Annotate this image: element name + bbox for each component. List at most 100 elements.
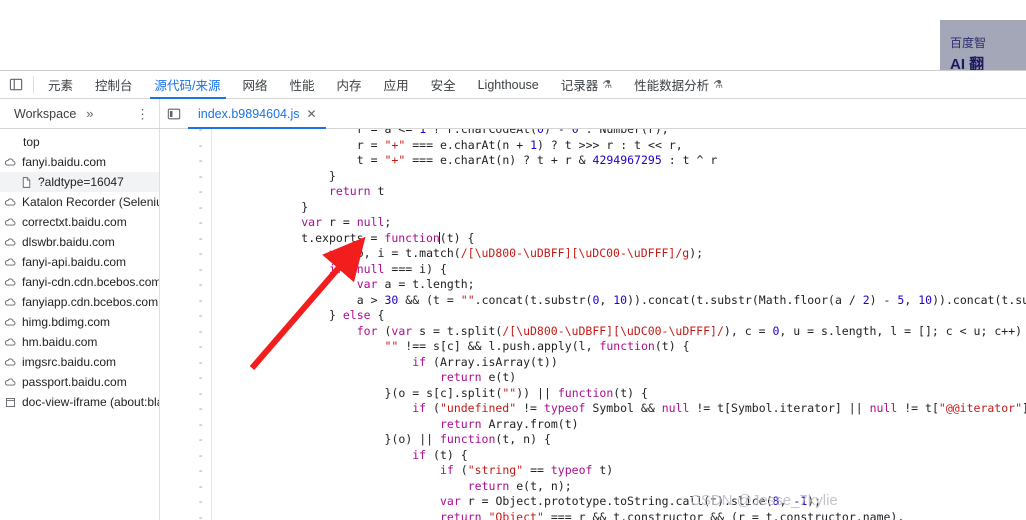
flask-icon: ⚗ — [602, 79, 613, 91]
line-marker: - — [197, 355, 204, 369]
more-tabs-icon[interactable]: » — [86, 106, 93, 121]
tab-lighthouse[interactable]: Lighthouse — [467, 71, 550, 98]
tree-item[interactable]: doc-view-iframe (about:blan — [0, 392, 159, 412]
tree-item-label: hm.baidu.com — [22, 335, 98, 349]
code-line[interactable]: - } — [160, 169, 1026, 185]
code-line[interactable]: - return "Object" === r && t.constructor… — [160, 510, 1026, 520]
file-tab-index-js[interactable]: index.b9894604.js ✕ — [188, 99, 326, 129]
tree-item[interactable]: himg.bdimg.com — [0, 312, 159, 332]
kebab-menu-icon[interactable]: ⋮ — [136, 107, 149, 120]
tree-item-label: passport.baidu.com — [22, 375, 127, 389]
code-line[interactable]: - var a = t.length; — [160, 277, 1026, 293]
code-line[interactable]: - if (Array.isArray(t)) — [160, 355, 1026, 371]
line-marker: - — [197, 371, 204, 384]
code-editor[interactable]: - r = a <= 1 ? r.charCodeAt(0) - 0 : Num… — [160, 129, 1026, 520]
code-line[interactable]: - return e(t, n); — [160, 479, 1026, 495]
code-line[interactable]: - if ("undefined" != typeof Symbol && nu… — [160, 401, 1026, 417]
line-source: return e(t) — [440, 370, 517, 384]
line-marker: - — [197, 154, 204, 167]
tab-label: 源代码/来源 — [154, 79, 221, 93]
toggle-navigator-icon[interactable] — [160, 99, 188, 128]
line-source: t = "+" === e.charAt(n) ? t + r & 429496… — [356, 153, 718, 167]
code-line[interactable]: - var o, i = t.match(/[\uD800-\uDBFF][\u… — [160, 246, 1026, 262]
tree-item[interactable]: passport.baidu.com — [0, 372, 159, 392]
line-marker: - — [197, 340, 204, 353]
code-line[interactable]: - if ("string" == typeof t) — [160, 463, 1026, 479]
inspect-element-icon[interactable] — [7, 76, 25, 94]
code-line[interactable]: - } else { — [160, 308, 1026, 324]
page-banner: 百度智 AI 翻 — [940, 20, 1026, 70]
code-line[interactable]: - "" !== s[c] && l.push.apply(l, functio… — [160, 339, 1026, 355]
tree-item-label: ?aldtype=16047 — [38, 175, 124, 189]
tree-item[interactable]: fanyi-api.baidu.com — [0, 252, 159, 272]
line-marker: - — [197, 479, 204, 493]
code-line[interactable]: - var r = null; — [160, 215, 1026, 231]
cloud-icon — [4, 316, 17, 329]
line-source: a > 30 && (t = "".concat(t.substr(0, 10)… — [356, 292, 1026, 307]
cloud-icon — [4, 216, 17, 229]
code-line[interactable]: - if (t) { — [160, 448, 1026, 464]
devtools-screenshot: 百度智 AI 翻 元素 控制台 源代码/来源 网络 性能 内存 应用 安全 Li… — [0, 0, 1026, 520]
cloud-icon — [4, 276, 17, 289]
tab-workspace[interactable]: Workspace — [14, 107, 76, 121]
tab-label: 性能数据分析 — [634, 79, 710, 93]
code-line[interactable]: - r = "+" === e.charAt(n + 1) ? t >>> r … — [160, 138, 1026, 154]
close-icon[interactable]: ✕ — [306, 107, 316, 121]
tab-console[interactable]: 控制台 — [84, 71, 144, 98]
code-line[interactable]: - t.exports = function(t) { — [160, 231, 1026, 247]
line-source: t.exports = function(t) { — [301, 230, 475, 245]
code-content[interactable]: - r = a <= 1 ? r.charCodeAt(0) - 0 : Num… — [160, 129, 1026, 520]
tree-item[interactable]: fanyiapp.cdn.bcebos.com — [0, 292, 159, 312]
code-line[interactable]: - if (null === i) { — [160, 262, 1026, 278]
code-line[interactable]: - for (var s = t.split(/[\uD800-\uDBFF][… — [160, 324, 1026, 340]
code-line[interactable]: - t = "+" === e.charAt(n) ? t + r & 4294… — [160, 153, 1026, 169]
line-source: var a = t.length; — [356, 277, 475, 291]
navigator-tree[interactable]: top fanyi.baidu.com ?aldtype=16047 Katalon … — [0, 129, 160, 520]
line-source: return Array.from(t) — [440, 416, 579, 431]
code-line[interactable]: - }(o) || function(t, n) { — [160, 432, 1026, 448]
tree-item[interactable]: correctxt.baidu.com — [0, 212, 159, 232]
cloud-icon — [4, 376, 17, 389]
editor-tabstrip: index.b9894604.js ✕ — [160, 99, 1026, 129]
tab-memory[interactable]: 内存 — [326, 71, 373, 98]
tree-item[interactable]: fanyi-cdn.cdn.bcebos.com — [0, 272, 159, 292]
code-line[interactable]: - }(o = s[c].split("")) || function(t) { — [160, 386, 1026, 402]
tree-item[interactable]: Katalon Recorder (Selenium — [0, 192, 159, 212]
tree-item-label: correctxt.baidu.com — [22, 215, 127, 229]
line-marker: - — [197, 216, 204, 229]
tree-item[interactable]: dlswbr.baidu.com — [0, 232, 159, 252]
navigator-tabs: Workspace » ⋮ — [0, 99, 160, 128]
cloud-icon — [4, 356, 17, 369]
tree-item[interactable]: top — [0, 132, 159, 152]
tab-application[interactable]: 应用 — [373, 71, 420, 98]
tab-recorder[interactable]: 记录器 ⚗ — [550, 71, 623, 98]
sources-body: top fanyi.baidu.com ?aldtype=16047 Katalon … — [0, 129, 1026, 520]
line-marker: - — [197, 278, 204, 291]
tree-item-label: fanyi.baidu.com — [22, 155, 107, 169]
line-marker: - — [197, 386, 204, 400]
code-line[interactable]: - a > 30 && (t = "".concat(t.substr(0, 1… — [160, 293, 1026, 309]
code-line[interactable]: - } — [160, 200, 1026, 216]
tab-security[interactable]: 安全 — [420, 71, 467, 98]
tree-item[interactable]: ?aldtype=16047 — [0, 172, 159, 192]
tab-sources[interactable]: 源代码/来源 — [144, 71, 232, 99]
tree-item[interactable]: imgsrc.baidu.com — [0, 352, 159, 372]
tree-item[interactable]: fanyi.baidu.com — [0, 152, 159, 172]
tab-performance[interactable]: 性能 — [279, 71, 326, 98]
tree-item[interactable]: hm.baidu.com — [0, 332, 159, 352]
tab-network[interactable]: 网络 — [232, 71, 279, 98]
tab-label: 性能 — [289, 79, 315, 93]
code-line[interactable]: - return e(t) — [160, 370, 1026, 386]
code-line[interactable]: - var r = Object.prototype.toString.call… — [160, 494, 1026, 510]
line-source: if (t) { — [412, 447, 468, 462]
code-line[interactable]: - return Array.from(t) — [160, 417, 1026, 433]
line-marker: - — [197, 324, 204, 338]
tab-elements[interactable]: 元素 — [37, 71, 84, 98]
line-marker: - — [197, 129, 204, 136]
line-source: var r = null; — [301, 215, 392, 229]
code-line[interactable]: - r = a <= 1 ? r.charCodeAt(0) - 0 : Num… — [160, 129, 1026, 138]
tab-performance-insights[interactable]: 性能数据分析 ⚗ — [623, 71, 734, 98]
tree-item-label: top — [23, 135, 40, 149]
line-source: if (null === i) { — [329, 261, 447, 276]
code-line[interactable]: - return t — [160, 184, 1026, 200]
